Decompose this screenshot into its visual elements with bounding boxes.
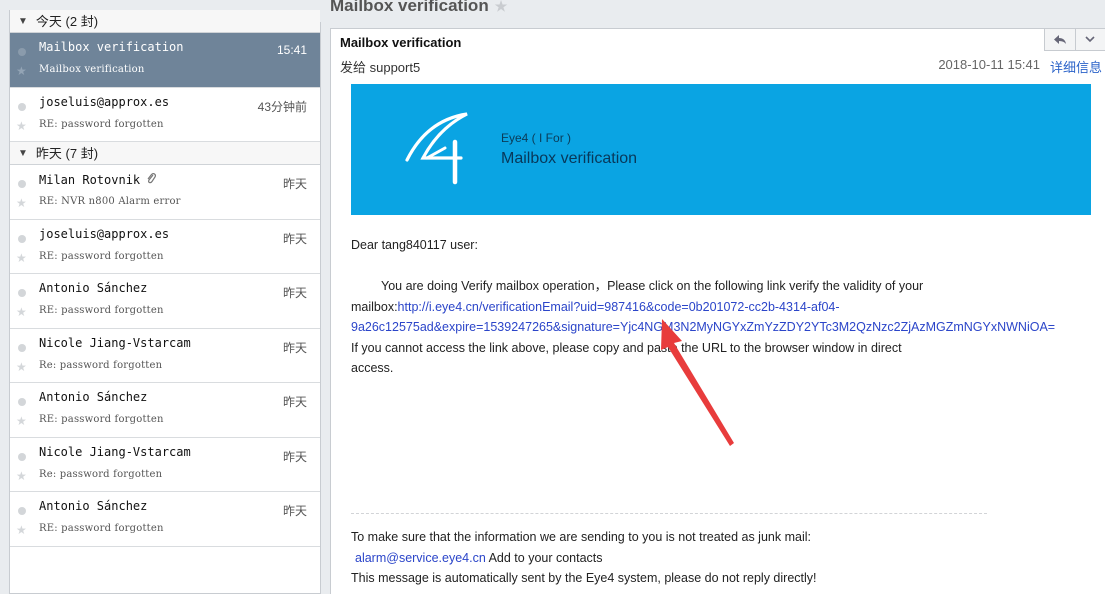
message-subject: Mailbox verification bbox=[340, 35, 461, 50]
group-header-today[interactable]: ▼ 今天 (2 封) bbox=[10, 10, 320, 33]
star-icon[interactable]: ★ bbox=[16, 251, 27, 265]
star-icon[interactable]: ★ bbox=[16, 119, 27, 133]
subject: Mailbox verification bbox=[39, 64, 145, 75]
list-item[interactable]: Antonio Sánchez 昨天 ★ RE: password forgot… bbox=[10, 383, 320, 438]
subject: RE: password forgotten bbox=[39, 523, 164, 534]
chevron-down-icon bbox=[1085, 36, 1095, 43]
dot-icon bbox=[18, 235, 26, 243]
eye4-logo bbox=[401, 110, 471, 188]
time: 昨天 bbox=[283, 393, 307, 410]
sender: joseluis@approx.es bbox=[39, 227, 169, 241]
email-banner: Eye4 ( I For ) Mailbox verification bbox=[351, 84, 1091, 215]
group-label: 今天 (2 封) bbox=[36, 10, 98, 33]
reply-icon bbox=[1053, 34, 1067, 45]
star-icon[interactable]: ★ bbox=[16, 469, 27, 483]
list-item[interactable]: Antonio Sánchez 昨天 ★ RE: password forgot… bbox=[10, 492, 320, 547]
time: 昨天 bbox=[283, 175, 307, 192]
list-item[interactable]: Nicole Jiang-Vstarcam 昨天 ★ Re: password … bbox=[10, 438, 320, 493]
time: 15:41 bbox=[277, 43, 307, 57]
link-line-1: mailbox:http://i.eye4.cn/verificationEma… bbox=[351, 297, 1105, 318]
sender: Nicole Jiang-Vstarcam bbox=[39, 445, 191, 459]
time: 昨天 bbox=[283, 502, 307, 519]
paperclip-icon bbox=[146, 172, 156, 189]
sender-name: Milan Rotovnik bbox=[39, 173, 140, 187]
subject: RE: password forgotten bbox=[39, 119, 164, 130]
dot-icon bbox=[18, 398, 26, 406]
subject: RE: password forgotten bbox=[39, 414, 164, 425]
pane-title-text: Mailbox verification bbox=[330, 0, 489, 15]
star-icon[interactable]: ★ bbox=[16, 414, 27, 428]
footer-line-3: This message is automatically sent by th… bbox=[351, 568, 817, 589]
sender: Antonio Sánchez bbox=[39, 390, 147, 404]
dot-icon bbox=[18, 453, 26, 461]
reply-button[interactable] bbox=[1045, 29, 1075, 50]
message-date: 2018-10-11 15:41 bbox=[938, 57, 1040, 72]
star-icon[interactable]: ★ bbox=[16, 523, 27, 537]
star-icon[interactable]: ★ bbox=[16, 360, 27, 374]
sender: Milan Rotovnik bbox=[39, 172, 156, 189]
dot-icon bbox=[18, 180, 26, 188]
banner-brand: Eye4 ( I For ) bbox=[501, 131, 571, 145]
subject: RE: password forgotten bbox=[39, 305, 164, 316]
add-contacts-text: Add to your contacts bbox=[486, 551, 603, 565]
dot-icon bbox=[18, 103, 26, 111]
dot-icon bbox=[18, 344, 26, 352]
recipient: 发给 support5 bbox=[340, 57, 420, 76]
instruction-line: You are doing Verify mailbox operation，P… bbox=[351, 276, 1105, 297]
star-icon[interactable]: ★ bbox=[16, 305, 27, 319]
star-icon[interactable]: ★ bbox=[16, 196, 27, 210]
group-header-yesterday[interactable]: ▼ 昨天 (7 封) bbox=[10, 142, 320, 165]
pane-title: Mailbox verification ★ bbox=[330, 0, 507, 16]
star-icon[interactable]: ★ bbox=[16, 64, 27, 78]
footer-text: To make sure that the information we are… bbox=[351, 527, 817, 589]
triangle-down-icon: ▼ bbox=[18, 142, 28, 165]
star-icon[interactable]: ★ bbox=[495, 0, 508, 14]
sender: joseluis@approx.es bbox=[39, 95, 169, 109]
link-prefix: mailbox: bbox=[351, 300, 398, 314]
time: 昨天 bbox=[283, 448, 307, 465]
mail-list: ▼ 今天 (2 封) Mailbox verification 15:41 ★ … bbox=[9, 10, 321, 594]
list-item[interactable]: joseluis@approx.es 43分钟前 ★ RE: password … bbox=[10, 88, 320, 143]
footer-line-1: To make sure that the information we are… bbox=[351, 527, 817, 548]
verification-link[interactable]: http://i.eye4.cn/verificationEmail?uid=9… bbox=[398, 300, 840, 314]
list-item[interactable]: Mailbox verification 15:41 ★ Mailbox ver… bbox=[10, 33, 320, 88]
list-item[interactable]: joseluis@approx.es 昨天 ★ RE: password for… bbox=[10, 220, 320, 275]
list-item[interactable]: Antonio Sánchez 昨天 ★ RE: password forgot… bbox=[10, 274, 320, 329]
greeting: Dear tang840117 user: bbox=[351, 235, 478, 256]
list-item[interactable]: Nicole Jiang-Vstarcam 昨天 ★ Re: password … bbox=[10, 329, 320, 384]
sender: Antonio Sánchez bbox=[39, 499, 147, 513]
time: 43分钟前 bbox=[258, 98, 307, 115]
subject: RE: password forgotten bbox=[39, 251, 164, 262]
contact-email[interactable]: alarm@service.eye4.cn bbox=[351, 551, 486, 565]
subject: Re: password forgotten bbox=[39, 469, 162, 480]
subject: RE: NVR n800 Alarm error bbox=[39, 196, 181, 207]
time: 昨天 bbox=[283, 339, 307, 356]
sender: Nicole Jiang-Vstarcam bbox=[39, 336, 191, 350]
sender: Mailbox verification bbox=[39, 40, 184, 54]
dot-icon bbox=[18, 289, 26, 297]
dot-icon bbox=[18, 48, 26, 56]
message-reader: Mailbox verification 发给 support5 2018-10… bbox=[330, 28, 1105, 594]
triangle-down-icon: ▼ bbox=[18, 10, 28, 33]
details-link[interactable]: 详细信息 bbox=[1050, 57, 1102, 76]
sender: Antonio Sánchez bbox=[39, 281, 147, 295]
time: 昨天 bbox=[283, 284, 307, 301]
list-item[interactable]: Milan Rotovnik 昨天 ★ RE: NVR n800 Alarm e… bbox=[10, 165, 320, 220]
message-toolbar bbox=[1044, 29, 1105, 51]
banner-title: Mailbox verification bbox=[501, 150, 637, 168]
dot-icon bbox=[18, 507, 26, 515]
subject: Re: password forgotten bbox=[39, 360, 162, 371]
group-label: 昨天 (7 封) bbox=[36, 142, 98, 165]
more-button[interactable] bbox=[1075, 29, 1105, 50]
time: 昨天 bbox=[283, 230, 307, 247]
divider bbox=[351, 513, 987, 514]
footer-line-2: alarm@service.eye4.cn Add to your contac… bbox=[351, 548, 817, 569]
red-arrow-annotation bbox=[650, 315, 740, 450]
